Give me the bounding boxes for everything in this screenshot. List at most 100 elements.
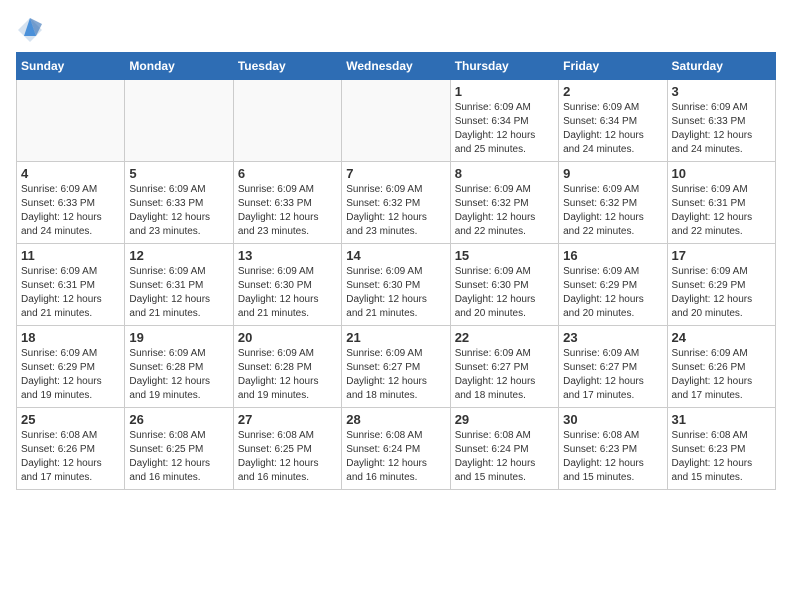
calendar-cell: 6 Sunrise: 6:09 AM Sunset: 6:33 PM Daylig… [233,162,341,244]
day-number: 24 [672,330,771,345]
day-number: 27 [238,412,337,427]
calendar-cell: 3 Sunrise: 6:09 AM Sunset: 6:33 PM Daylig… [667,80,775,162]
day-number: 10 [672,166,771,181]
calendar-cell [342,80,450,162]
day-number: 1 [455,84,554,99]
day-number: 21 [346,330,445,345]
day-info: Sunrise: 6:09 AM Sunset: 6:32 PM Dayligh… [563,183,662,239]
calendar-cell: 20 Sunrise: 6:09 AM Sunset: 6:28 PM Dayli… [233,326,341,408]
day-number: 26 [129,412,228,427]
logo-icon [16,16,44,44]
weekday-header-saturday: Saturday [667,53,775,80]
day-number: 5 [129,166,228,181]
day-info: Sunrise: 6:08 AM Sunset: 6:25 PM Dayligh… [129,429,228,485]
day-info: Sunrise: 6:09 AM Sunset: 6:33 PM Dayligh… [672,101,771,157]
calendar-cell: 15Sunrise: 6:09 AM Sunset: 6:30 PM Dayli… [450,244,558,326]
day-number: 28 [346,412,445,427]
day-info: Sunrise: 6:08 AM Sunset: 6:24 PM Dayligh… [455,429,554,485]
calendar-cell: 26 Sunrise: 6:08 AM Sunset: 6:25 PM Dayli… [125,408,233,490]
day-number: 19 [129,330,228,345]
calendar-cell: 25Sunrise: 6:08 AM Sunset: 6:26 PM Dayli… [17,408,125,490]
day-number: 20 [238,330,337,345]
day-info: Sunrise: 6:09 AM Sunset: 6:26 PM Dayligh… [672,347,771,403]
day-number: 17 [672,248,771,263]
day-info: Sunrise: 6:08 AM Sunset: 6:25 PM Dayligh… [238,429,337,485]
day-number: 29 [455,412,554,427]
day-number: 31 [672,412,771,427]
day-info: Sunrise: 6:09 AM Sunset: 6:31 PM Dayligh… [129,265,228,321]
calendar-table: SundayMondayTuesdayWednesdayThursdayFrid… [16,52,776,490]
weekday-header-thursday: Thursday [450,53,558,80]
day-number: 8 [455,166,554,181]
day-info: Sunrise: 6:09 AM Sunset: 6:33 PM Dayligh… [238,183,337,239]
day-number: 4 [21,166,120,181]
calendar-cell: 21 Sunrise: 6:09 AM Sunset: 6:27 PM Dayli… [342,326,450,408]
calendar-cell: 2 Sunrise: 6:09 AM Sunset: 6:34 PM Daylig… [559,80,667,162]
day-info: Sunrise: 6:09 AM Sunset: 6:32 PM Dayligh… [346,183,445,239]
day-info: Sunrise: 6:08 AM Sunset: 6:24 PM Dayligh… [346,429,445,485]
day-info: Sunrise: 6:09 AM Sunset: 6:29 PM Dayligh… [21,347,120,403]
logo [16,16,48,44]
calendar-cell: 4 Sunrise: 6:09 AM Sunset: 6:33 PM Daylig… [17,162,125,244]
calendar-cell: 1 Sunrise: 6:09 AM Sunset: 6:34 PM Daylig… [450,80,558,162]
calendar-body: 1 Sunrise: 6:09 AM Sunset: 6:34 PM Daylig… [17,80,776,490]
day-info: Sunrise: 6:09 AM Sunset: 6:28 PM Dayligh… [238,347,337,403]
day-number: 13 [238,248,337,263]
calendar-cell: 8 Sunrise: 6:09 AM Sunset: 6:32 PM Daylig… [450,162,558,244]
day-info: Sunrise: 6:09 AM Sunset: 6:27 PM Dayligh… [455,347,554,403]
weekday-header-tuesday: Tuesday [233,53,341,80]
day-number: 7 [346,166,445,181]
day-info: Sunrise: 6:09 AM Sunset: 6:32 PM Dayligh… [455,183,554,239]
day-number: 2 [563,84,662,99]
day-info: Sunrise: 6:08 AM Sunset: 6:23 PM Dayligh… [563,429,662,485]
calendar-cell: 22 Sunrise: 6:09 AM Sunset: 6:27 PM Dayli… [450,326,558,408]
day-info: Sunrise: 6:09 AM Sunset: 6:27 PM Dayligh… [346,347,445,403]
day-number: 22 [455,330,554,345]
calendar-week-3: 11 Sunrise: 6:09 AM Sunset: 6:31 PM Dayli… [17,244,776,326]
day-info: Sunrise: 6:09 AM Sunset: 6:34 PM Dayligh… [563,101,662,157]
day-info: Sunrise: 6:09 AM Sunset: 6:29 PM Dayligh… [672,265,771,321]
day-number: 3 [672,84,771,99]
calendar-cell: 29 Sunrise: 6:08 AM Sunset: 6:24 PM Dayli… [450,408,558,490]
day-info: Sunrise: 6:09 AM Sunset: 6:31 PM Dayligh… [672,183,771,239]
page-header [16,16,776,44]
calendar-cell: 16Sunrise: 6:09 AM Sunset: 6:29 PM Dayli… [559,244,667,326]
day-info: Sunrise: 6:09 AM Sunset: 6:33 PM Dayligh… [21,183,120,239]
calendar-cell [17,80,125,162]
day-info: Sunrise: 6:09 AM Sunset: 6:30 PM Dayligh… [455,265,554,321]
day-info: Sunrise: 6:09 AM Sunset: 6:31 PM Dayligh… [21,265,120,321]
day-number: 16 [563,248,662,263]
calendar-cell: 13 Sunrise: 6:09 AM Sunset: 6:30 PM Dayli… [233,244,341,326]
day-number: 6 [238,166,337,181]
calendar-cell [233,80,341,162]
calendar-week-1: 1 Sunrise: 6:09 AM Sunset: 6:34 PM Daylig… [17,80,776,162]
calendar-cell: 19Sunrise: 6:09 AM Sunset: 6:28 PM Dayli… [125,326,233,408]
day-info: Sunrise: 6:09 AM Sunset: 6:30 PM Dayligh… [238,265,337,321]
calendar-cell: 18 Sunrise: 6:09 AM Sunset: 6:29 PM Dayli… [17,326,125,408]
calendar-header: SundayMondayTuesdayWednesdayThursdayFrid… [17,53,776,80]
calendar-cell: 9 Sunrise: 6:09 AM Sunset: 6:32 PM Daylig… [559,162,667,244]
calendar-cell: 5 Sunrise: 6:09 AM Sunset: 6:33 PM Daylig… [125,162,233,244]
day-number: 23 [563,330,662,345]
calendar-cell: 7 Sunrise: 6:09 AM Sunset: 6:32 PM Daylig… [342,162,450,244]
weekday-header-sunday: Sunday [17,53,125,80]
day-number: 30 [563,412,662,427]
day-info: Sunrise: 6:08 AM Sunset: 6:23 PM Dayligh… [672,429,771,485]
calendar-cell: 27 Sunrise: 6:08 AM Sunset: 6:25 PM Dayli… [233,408,341,490]
day-info: Sunrise: 6:09 AM Sunset: 6:33 PM Dayligh… [129,183,228,239]
day-number: 11 [21,248,120,263]
day-number: 12 [129,248,228,263]
day-number: 9 [563,166,662,181]
calendar-cell: 10 Sunrise: 6:09 AM Sunset: 6:31 PM Dayli… [667,162,775,244]
day-info: Sunrise: 6:09 AM Sunset: 6:34 PM Dayligh… [455,101,554,157]
day-number: 14 [346,248,445,263]
day-info: Sunrise: 6:08 AM Sunset: 6:26 PM Dayligh… [21,429,120,485]
calendar-cell: 12 Sunrise: 6:09 AM Sunset: 6:31 PM Dayli… [125,244,233,326]
calendar-cell: 14Sunrise: 6:09 AM Sunset: 6:30 PM Dayli… [342,244,450,326]
weekday-header-monday: Monday [125,53,233,80]
calendar-cell: 23Sunrise: 6:09 AM Sunset: 6:27 PM Dayli… [559,326,667,408]
calendar-week-2: 4 Sunrise: 6:09 AM Sunset: 6:33 PM Daylig… [17,162,776,244]
calendar-cell [125,80,233,162]
day-number: 18 [21,330,120,345]
calendar-cell: 17 Sunrise: 6:09 AM Sunset: 6:29 PM Dayli… [667,244,775,326]
